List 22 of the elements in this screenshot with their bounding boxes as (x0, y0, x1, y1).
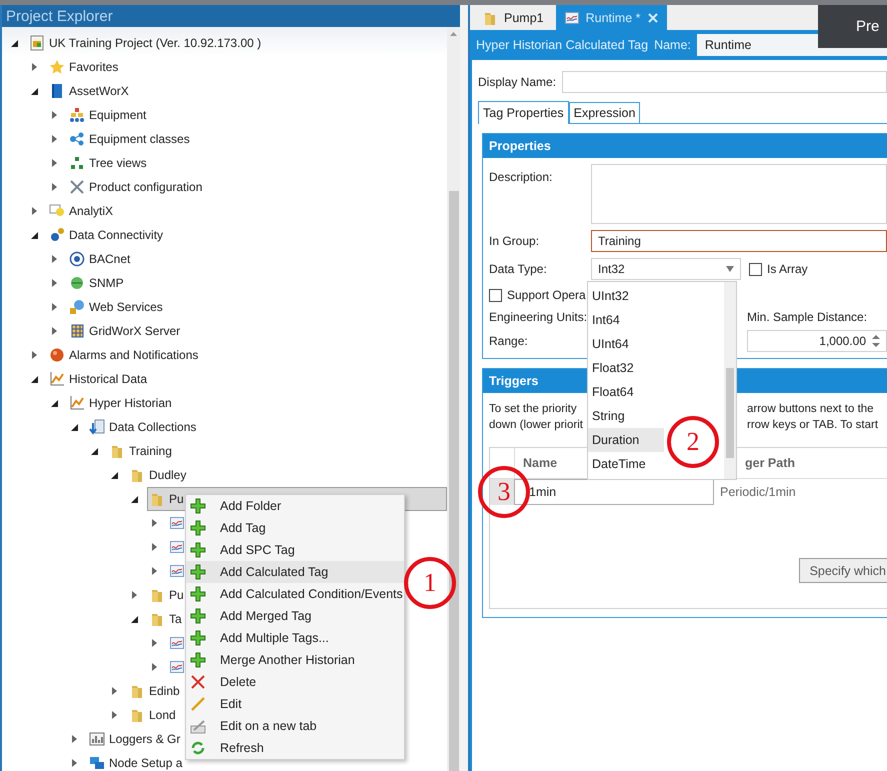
field-label: In Group: (489, 234, 540, 248)
annotation-circle: 1 (404, 557, 456, 609)
field-label: Range: (489, 334, 529, 348)
hint-text: arrow buttons next to the (747, 402, 874, 417)
field-label: Engineering Units: (489, 310, 588, 324)
panel-header: Properties (483, 134, 887, 158)
field-label: Display Name: (478, 75, 556, 89)
annotation-circle: 3 (478, 466, 530, 518)
checkbox-label: Support Opera (507, 288, 586, 302)
overlay-toast: Pre (818, 5, 887, 48)
field-label: Min. Sample Distance: (746, 310, 868, 324)
field-label: Data Type: (489, 262, 548, 276)
panel-title: Project Explorer (2, 5, 460, 27)
field-label: Description: (489, 169, 554, 184)
hint-text: To set the priority (489, 402, 578, 417)
name-label: Name: (654, 38, 691, 52)
editor-title: Hyper Historian Calculated Tag (476, 38, 648, 52)
table-cell-text: Periodic/1min (719, 484, 797, 501)
checkbox-label: Is Array (767, 262, 808, 276)
hint-text: rrow keys or TAB. To start (747, 418, 878, 433)
annotation-circle: 2 (667, 416, 719, 468)
hint-text: down (lower priorit (489, 418, 584, 433)
